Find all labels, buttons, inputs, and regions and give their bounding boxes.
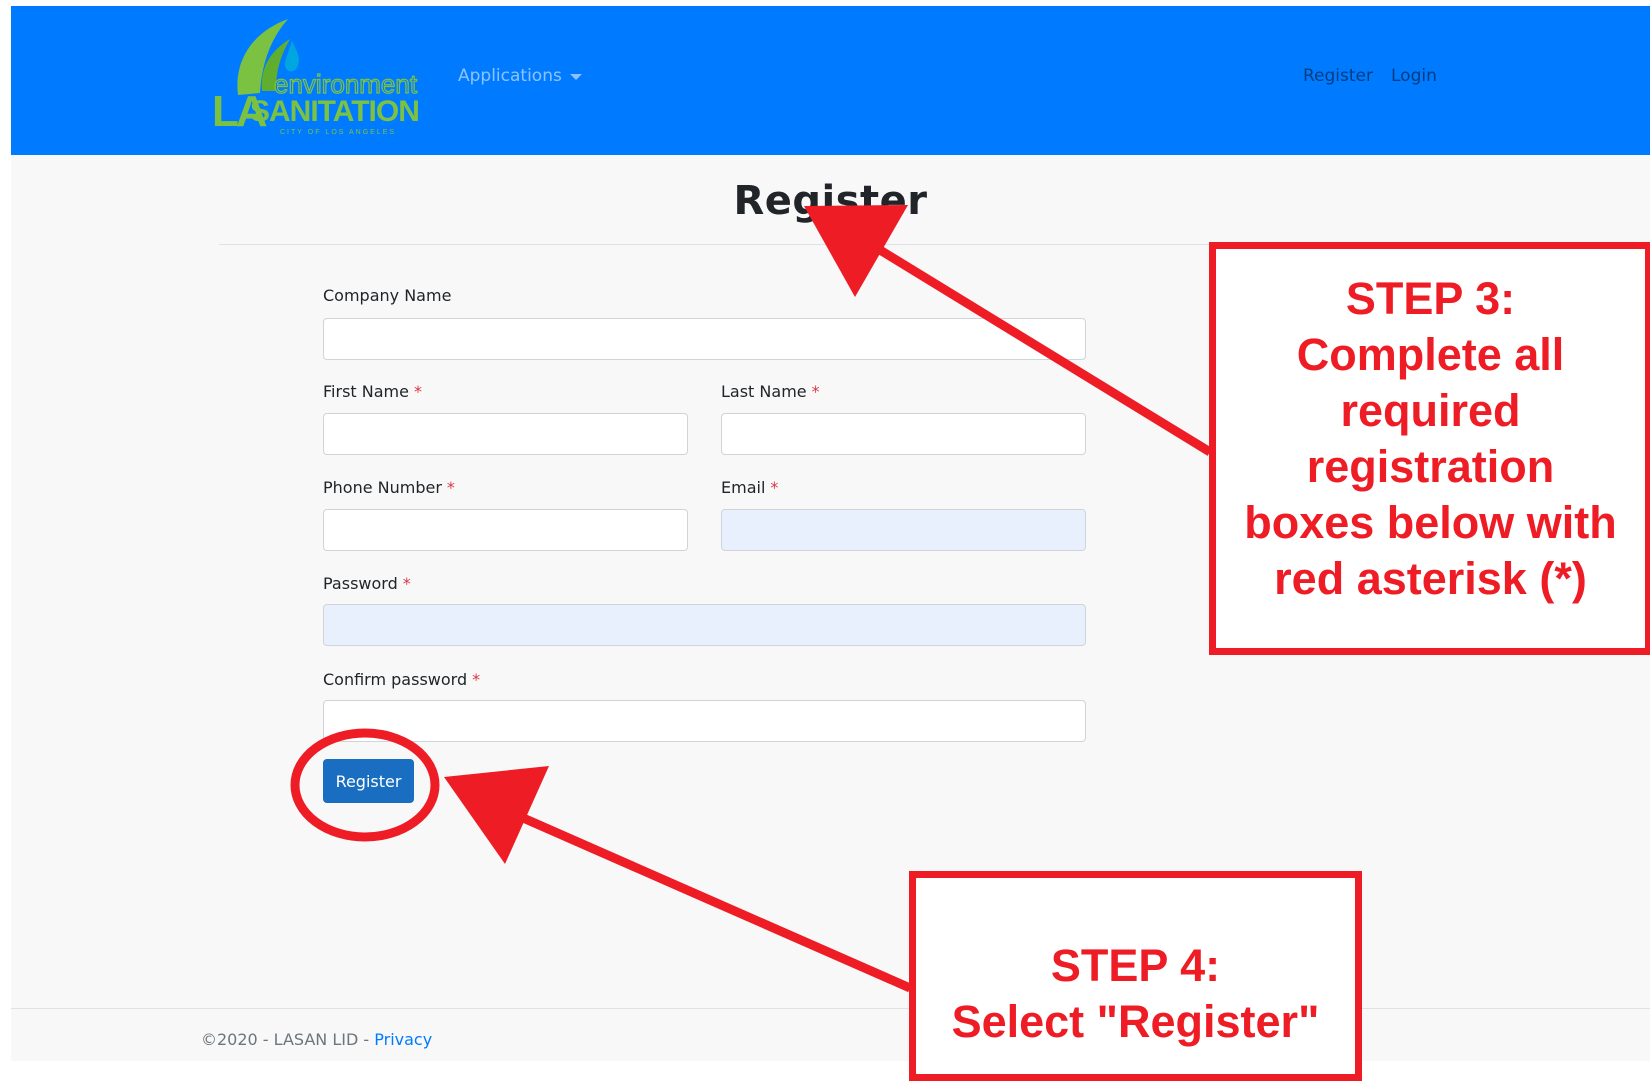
arrow-to-button-head-icon xyxy=(444,766,549,864)
arrow-to-title-shaft xyxy=(877,246,1213,456)
step3-line: registration xyxy=(1306,441,1555,492)
arrow-to-button-shaft xyxy=(503,805,912,993)
step3-callout: STEP 3: Complete all required registrati… xyxy=(1209,242,1650,655)
register-button-highlight-circle xyxy=(290,728,440,842)
step3-heading: STEP 3: xyxy=(1345,273,1516,324)
step3-line: Complete all xyxy=(1296,329,1565,380)
step4-line: Select "Register" xyxy=(951,996,1320,1047)
step4-heading: STEP 4: xyxy=(1050,940,1221,991)
arrow-to-title-head-icon xyxy=(804,205,908,297)
step4-callout: STEP 4: Select "Register" xyxy=(909,871,1362,1081)
step3-line: boxes below with xyxy=(1244,497,1617,548)
step3-line: red asterisk (*) xyxy=(1274,553,1587,604)
step3-line: required xyxy=(1340,385,1521,436)
